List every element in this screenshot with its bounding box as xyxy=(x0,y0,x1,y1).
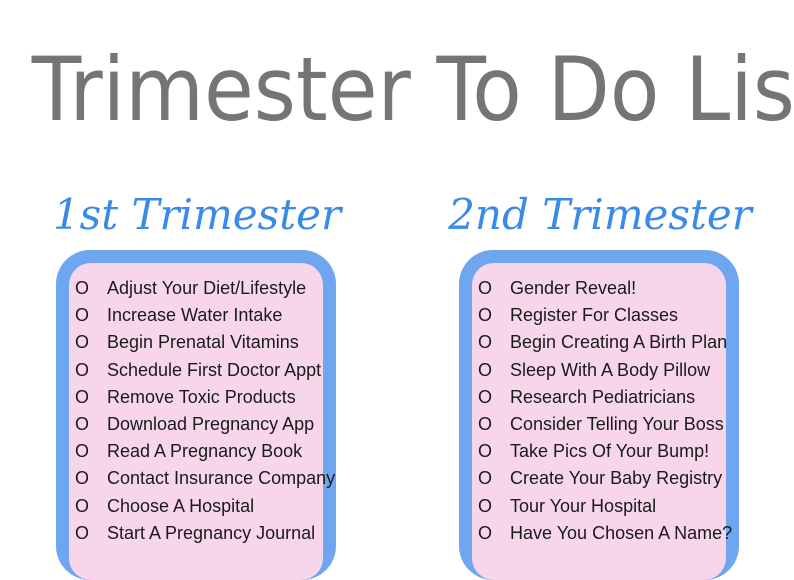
item-label: Contact Insurance Company xyxy=(107,468,336,489)
checklist-item[interactable]: O Sleep With A Body Pillow xyxy=(472,357,726,384)
checklist-item[interactable]: O Choose A Hospital xyxy=(69,493,323,520)
checkbox-circle-icon[interactable]: O xyxy=(69,414,107,435)
checkbox-circle-icon[interactable]: O xyxy=(472,523,510,544)
checkbox-circle-icon[interactable]: O xyxy=(69,387,107,408)
checkbox-circle-icon[interactable]: O xyxy=(472,441,510,462)
checkbox-circle-icon[interactable]: O xyxy=(69,496,107,517)
checklist-item[interactable]: O Tour Your Hospital xyxy=(472,493,726,520)
checkbox-circle-icon[interactable]: O xyxy=(69,523,107,544)
item-label: Take Pics Of Your Bump! xyxy=(510,441,710,462)
item-label: Tour Your Hospital xyxy=(510,495,657,516)
checklist-item[interactable]: O Begin Creating A Birth Plan xyxy=(472,329,728,356)
item-label: Read A Pregnancy Book xyxy=(107,441,303,462)
checklist-item[interactable]: O Adjust Your Diet/Lifestyle xyxy=(69,275,323,302)
checklist-item[interactable]: O Gender Reveal! xyxy=(472,275,726,302)
checklist-item[interactable]: O Register For Classes xyxy=(472,302,726,329)
checklist-item[interactable]: O Schedule First Doctor Appt xyxy=(69,357,323,384)
first-trimester-panel: O Adjust Your Diet/Lifestyle O Increase Wa… xyxy=(56,250,336,580)
second-trimester-list: O Gender Reveal! O Register For Classes OB… xyxy=(472,263,732,580)
checklist-item[interactable]: O Begin Prenatal Vitamins xyxy=(69,329,323,356)
first-trimester-heading: 1st Trimester xyxy=(52,190,342,239)
checklist-item[interactable]: O Download Pregnancy App xyxy=(69,411,323,438)
checkbox-circle-icon[interactable]: O xyxy=(69,305,107,326)
item-label: Research Pediatricians xyxy=(510,386,696,407)
checkbox-circle-icon[interactable]: O xyxy=(472,414,510,435)
checklist-item[interactable]: O Remove Toxic Products xyxy=(69,384,323,411)
checkbox-circle-icon[interactable]: O xyxy=(69,332,107,353)
checkbox-circle-icon[interactable]: O xyxy=(472,387,510,408)
item-label: Begin Creating A Birth Plan xyxy=(510,332,728,353)
item-label: Remove Toxic Products xyxy=(107,386,296,407)
checkbox-circle-icon[interactable]: O xyxy=(472,278,510,299)
checklist-item[interactable]: O Consider Telling Your Boss xyxy=(472,411,726,438)
second-trimester-heading: 2nd Trimester xyxy=(448,190,752,239)
item-label: Adjust Your Diet/Lifestyle xyxy=(107,278,307,299)
item-label: Sleep With A Body Pillow xyxy=(510,359,711,380)
item-label: Consider Telling Your Boss xyxy=(510,414,724,435)
checkbox-circle-icon[interactable]: O xyxy=(472,332,510,353)
checklist-item[interactable]: O Start A Pregnancy Journal xyxy=(69,520,323,547)
checklist-item[interactable]: O Create Your Baby Registry xyxy=(472,465,726,492)
first-trimester-list: O Adjust Your Diet/Lifestyle O Increase Wa… xyxy=(69,263,335,580)
item-label: Choose A Hospital xyxy=(107,495,255,516)
checklist-item[interactable]: O Increase Water Intake xyxy=(69,302,323,329)
item-label: Have You Chosen A Name? xyxy=(510,522,733,543)
item-label: Register For Classes xyxy=(510,305,679,326)
checkbox-circle-icon[interactable]: O xyxy=(69,278,107,299)
checkbox-circle-icon[interactable]: O xyxy=(69,468,107,489)
checkbox-circle-icon[interactable]: O xyxy=(472,496,510,517)
checkbox-circle-icon[interactable]: O xyxy=(472,468,510,489)
checkbox-circle-icon[interactable]: O xyxy=(472,360,510,381)
checklist-item[interactable]: O Contact Insurance Company xyxy=(69,465,335,492)
checklist-item[interactable]: O Take Pics Of Your Bump! xyxy=(472,438,726,465)
item-label: Gender Reveal! xyxy=(510,278,637,299)
checklist-item[interactable]: O Research Pediatricians xyxy=(472,384,726,411)
item-label: Begin Prenatal Vitamins xyxy=(107,332,299,353)
item-label: Create Your Baby Registry xyxy=(510,468,723,489)
checklist-item[interactable]: O Have You Chosen A Name? xyxy=(472,520,732,547)
checkbox-circle-icon[interactable]: O xyxy=(472,305,510,326)
item-label: Schedule First Doctor Appt xyxy=(107,359,322,380)
item-label: Increase Water Intake xyxy=(107,305,283,326)
second-trimester-panel: O Gender Reveal! O Register For Classes OB… xyxy=(459,250,739,580)
page-title: Trimester To Do Lists xyxy=(31,38,794,141)
checkbox-circle-icon[interactable]: O xyxy=(69,360,107,381)
item-label: Start A Pregnancy Journal xyxy=(107,522,316,543)
checkbox-circle-icon[interactable]: O xyxy=(69,441,107,462)
checklist-item[interactable]: O Read A Pregnancy Book xyxy=(69,438,323,465)
item-label: Download Pregnancy App xyxy=(107,414,315,435)
